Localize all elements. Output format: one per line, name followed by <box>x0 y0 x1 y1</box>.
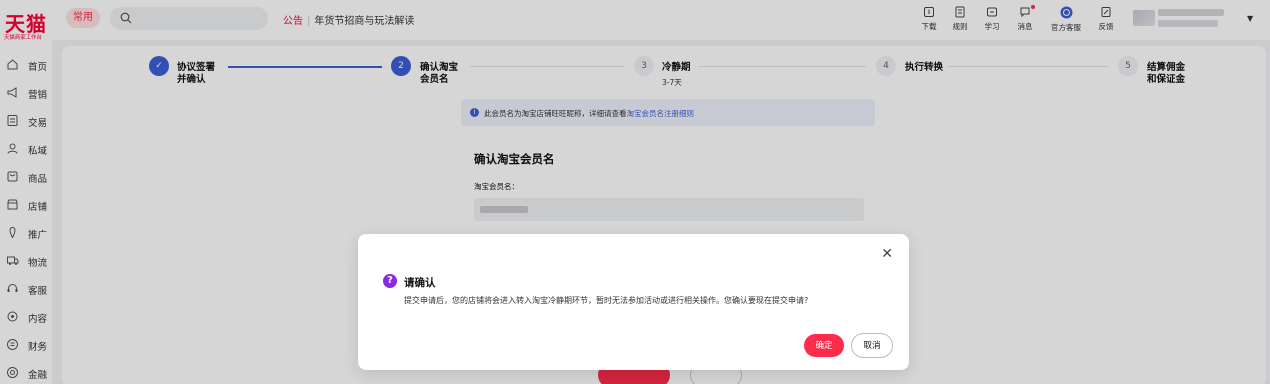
confirm-dialog: ✕ ? 请确认 提交申请后，您的店铺将会进入转入淘宝冷静期环节，暂时无法参加活动… <box>358 234 909 370</box>
dialog-title: 请确认 <box>404 277 436 289</box>
question-icon: ? <box>383 274 397 288</box>
close-icon[interactable]: ✕ <box>881 246 893 262</box>
cancel-button[interactable]: 取消 <box>851 333 893 358</box>
confirm-button[interactable]: 确定 <box>804 334 844 357</box>
dialog-message: 提交申请后，您的店铺将会进入转入淘宝冷静期环节，暂时无法参加活动或进行相关操作。… <box>404 296 809 305</box>
